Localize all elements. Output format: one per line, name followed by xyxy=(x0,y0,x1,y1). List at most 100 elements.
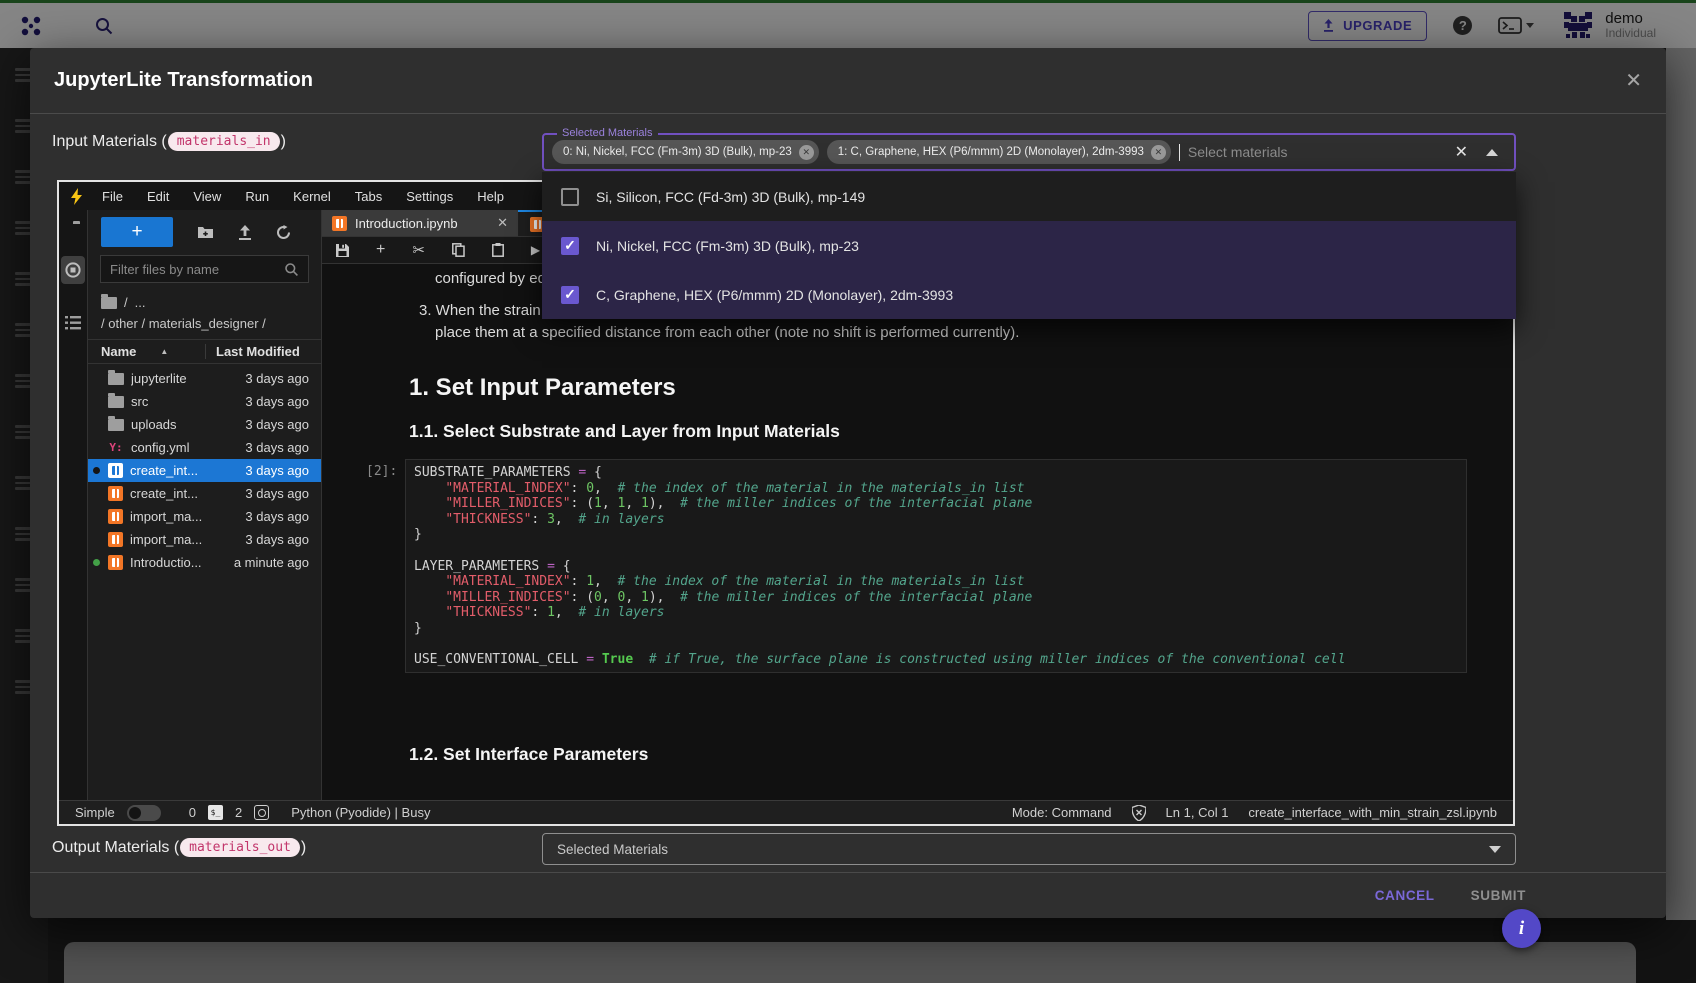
file-row[interactable]: create_int...3 days ago xyxy=(88,482,321,505)
file-list: jupyterlite3 days agosrc3 days agoupload… xyxy=(88,364,321,800)
checkbox-checked-icon[interactable] xyxy=(561,286,579,304)
code-line: "MILLER_INDICES": (0, 0, 1), # the mille… xyxy=(414,590,1458,606)
file-row[interactable]: create_int...3 days ago xyxy=(88,459,321,482)
material-chip[interactable]: 0: Ni, Nickel, FCC (Fm-3m) 3D (Bulk), mp… xyxy=(552,140,819,164)
material-chip-label: 1: C, Graphene, HEX (P6/mmm) 2D (Monolay… xyxy=(838,146,1144,158)
running-sessions-icon[interactable] xyxy=(61,256,85,284)
code-line: } xyxy=(414,621,1458,637)
breadcrumb-home-icon[interactable] xyxy=(101,297,117,309)
checkbox-unchecked-icon[interactable] xyxy=(561,188,579,206)
close-icon[interactable]: ✕ xyxy=(1625,71,1642,91)
new-folder-icon[interactable] xyxy=(197,225,214,239)
file-row[interactable]: Y:config.yml3 days ago xyxy=(88,436,321,459)
file-modified: 3 days ago xyxy=(223,509,309,524)
file-browser-panel: + xyxy=(87,210,322,800)
tab-close-icon[interactable]: ✕ xyxy=(497,215,508,231)
file-row[interactable]: src3 days ago xyxy=(88,390,321,413)
running-dot-slot xyxy=(92,467,101,474)
run-cell-icon[interactable]: ▶ xyxy=(531,244,540,256)
tab-title: Introduction.ipynb xyxy=(355,216,458,231)
copy-cells-icon[interactable] xyxy=(452,243,465,257)
column-name[interactable]: Name ▲ xyxy=(101,344,205,359)
heading-set-interface-parameters: 1.2. Set Interface Parameters xyxy=(409,744,648,765)
file-name: src xyxy=(131,394,216,409)
filter-files-input[interactable]: Filter files by name xyxy=(100,255,309,283)
file-row[interactable]: import_ma... 3 days ago xyxy=(88,505,321,528)
dialog-header: JupyterLite Transformation ✕ xyxy=(30,48,1666,114)
breadcrumb-root[interactable]: / xyxy=(124,292,128,313)
file-modified: 3 days ago xyxy=(223,417,309,432)
material-option-label: Ni, Nickel, FCC (Fm-3m) 3D (Bulk), mp-23 xyxy=(596,238,859,254)
chevron-down-icon xyxy=(1489,846,1501,853)
material-option[interactable]: Ni, Nickel, FCC (Fm-3m) 3D (Bulk), mp-23 xyxy=(542,221,1516,270)
column-last-modified[interactable]: Last Modified xyxy=(205,344,309,359)
file-modified: 3 days ago xyxy=(223,532,309,547)
notebook-content[interactable]: configured by edit 3. When the strain m … xyxy=(322,264,1513,800)
kernels-icon[interactable] xyxy=(254,805,269,820)
notebook-icon xyxy=(108,555,123,570)
checkbox-checked-icon[interactable] xyxy=(561,237,579,255)
tab-introduction[interactable]: Introduction.ipynb ✕ xyxy=(322,210,518,236)
upload-icon[interactable] xyxy=(238,225,252,240)
code-cell[interactable]: SUBSTRATE_PARAMETERS = { "MATERIAL_INDEX… xyxy=(405,459,1467,673)
output-materials-text: Output Materials ( xyxy=(52,839,179,857)
code-line xyxy=(414,637,1458,653)
menu-tabs[interactable]: Tabs xyxy=(343,189,394,204)
code-line: SUBSTRATE_PARAMETERS = { xyxy=(414,465,1458,481)
new-launcher-button[interactable]: + xyxy=(101,217,173,247)
breadcrumb-ellipsis[interactable]: ... xyxy=(135,292,146,313)
chip-remove-icon[interactable]: ✕ xyxy=(799,145,814,160)
info-fab[interactable]: i xyxy=(1502,909,1541,948)
refresh-icon[interactable] xyxy=(276,225,291,240)
menu-kernel[interactable]: Kernel xyxy=(281,189,343,204)
menu-run[interactable]: Run xyxy=(233,189,281,204)
collapse-dropdown-icon[interactable] xyxy=(1486,149,1498,156)
cancel-button[interactable]: CANCEL xyxy=(1375,888,1435,903)
clear-selection-icon[interactable]: ✕ xyxy=(1455,142,1468,162)
breadcrumb-path[interactable]: / other / materials_designer / xyxy=(101,313,266,334)
menu-edit[interactable]: Edit xyxy=(135,189,181,204)
kernel-running-dot xyxy=(93,467,100,474)
paste-cells-icon[interactable] xyxy=(492,243,504,257)
menu-help[interactable]: Help xyxy=(465,189,516,204)
chip-remove-icon[interactable]: ✕ xyxy=(1151,145,1166,160)
heading-set-input-parameters: 1. Set Input Parameters xyxy=(409,374,676,402)
code-line: "THICKNESS": 1, # in layers xyxy=(414,605,1458,621)
command-mode-indicator: Mode: Command xyxy=(1012,805,1112,820)
folder-icon xyxy=(108,396,124,408)
menu-settings[interactable]: Settings xyxy=(394,189,465,204)
output-materials-select[interactable]: Selected Materials xyxy=(542,833,1516,865)
file-row[interactable]: uploads3 days ago xyxy=(88,413,321,436)
kernel-status: Python (Pyodide) | Busy xyxy=(291,805,430,820)
cut-cells-icon[interactable]: ✂ xyxy=(412,243,425,258)
add-cell-icon[interactable]: + xyxy=(376,242,385,258)
simple-mode-toggle[interactable] xyxy=(127,805,161,821)
material-chip[interactable]: 1: C, Graphene, HEX (P6/mmm) 2D (Monolay… xyxy=(827,140,1171,164)
terminals-icon[interactable]: $_ xyxy=(208,805,223,820)
file-row[interactable]: jupyterlite3 days ago xyxy=(88,367,321,390)
submit-button[interactable]: SUBMIT xyxy=(1471,888,1526,903)
sort-asc-icon: ▲ xyxy=(160,347,168,356)
material-option[interactable]: Si, Silicon, FCC (Fd-3m) 3D (Bulk), mp-1… xyxy=(542,172,1516,221)
material-option[interactable]: C, Graphene, HEX (P6/mmm) 2D (Monolayer)… xyxy=(542,270,1516,319)
cursor-position[interactable]: Ln 1, Col 1 xyxy=(1166,805,1229,820)
running-dot-slot xyxy=(92,559,101,566)
file-row[interactable]: import_ma...3 days ago xyxy=(88,528,321,551)
file-modified: 3 days ago xyxy=(223,463,309,478)
code-line: "MATERIAL_INDEX": 0, # the index of the … xyxy=(414,481,1458,497)
jupyterlite-transformation-dialog: JupyterLite Transformation ✕ Input Mater… xyxy=(30,48,1666,918)
file-modified: 3 days ago xyxy=(223,440,309,455)
filter-search-icon xyxy=(284,262,299,277)
file-name: import_ma... xyxy=(130,509,216,524)
table-of-contents-icon[interactable] xyxy=(65,316,81,330)
selected-materials-input[interactable]: Selected Materials 0: Ni, Nickel, FCC (F… xyxy=(542,133,1516,171)
yaml-file-icon: Y: xyxy=(108,441,124,454)
input-materials-text: Input Materials ( xyxy=(52,133,167,151)
menu-view[interactable]: View xyxy=(181,189,233,204)
dialog-title: JupyterLite Transformation xyxy=(54,69,313,92)
jupyterlite-logo-icon xyxy=(69,188,84,205)
save-icon[interactable] xyxy=(336,244,349,257)
menu-file[interactable]: File xyxy=(90,189,135,204)
file-row[interactable]: Introductio...a minute ago xyxy=(88,551,321,574)
chip-list: 0: Ni, Nickel, FCC (Fm-3m) 3D (Bulk), mp… xyxy=(552,140,1171,164)
